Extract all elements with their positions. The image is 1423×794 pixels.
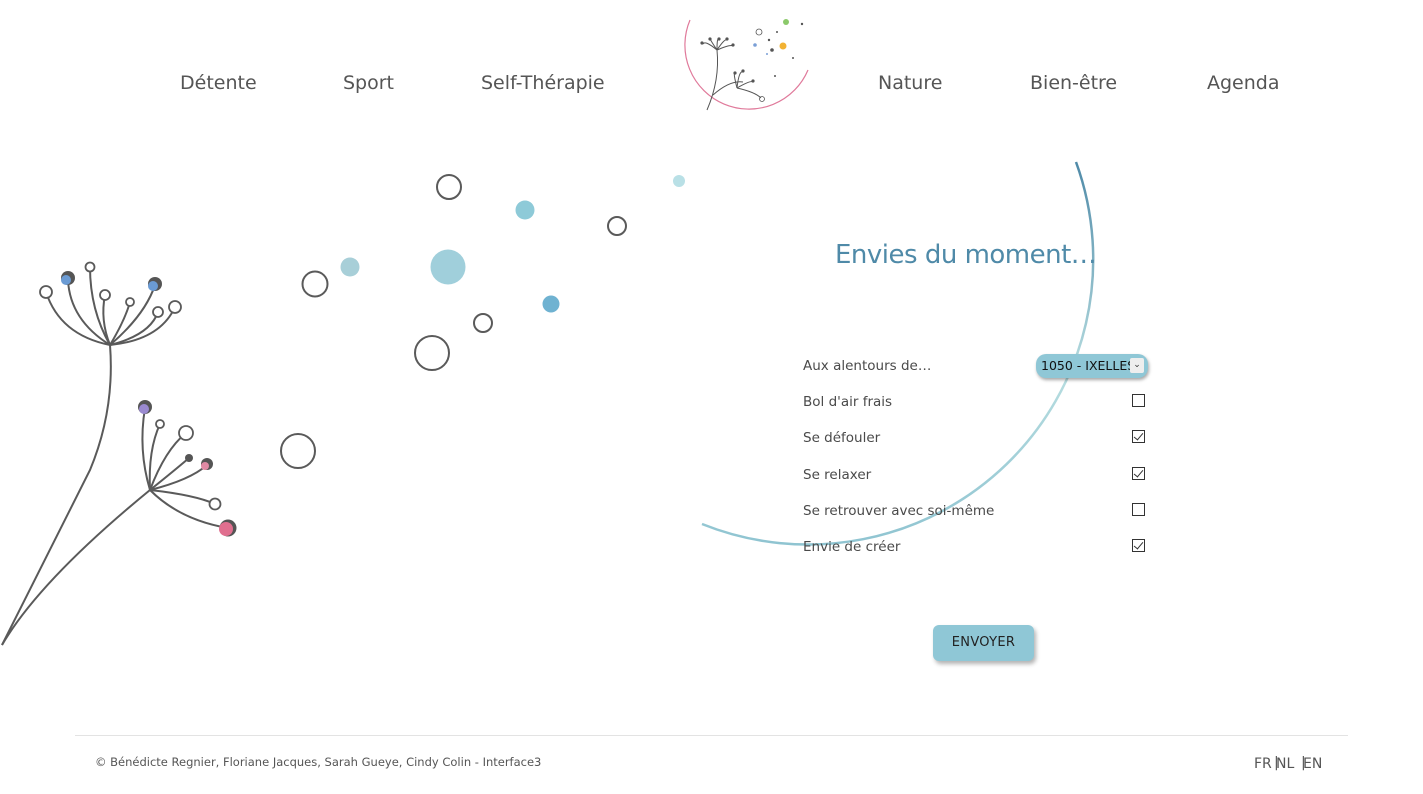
option-checkbox-se-defouler[interactable] [1132, 430, 1145, 443]
language-en-link[interactable]: EN [1303, 756, 1322, 772]
option-checkbox-envie-de-creer[interactable] [1132, 539, 1145, 552]
form-title: Envies du moment… [835, 240, 1097, 270]
footer-divider [75, 735, 1348, 736]
dandelion-logo[interactable] [675, 10, 820, 135]
language-fr-link[interactable]: FR [1254, 756, 1272, 772]
option-label-envie-de-creer: Envie de créer [803, 539, 901, 555]
option-label-se-relaxer: Se relaxer [803, 467, 872, 483]
option-label-se-defouler: Se défouler [803, 430, 881, 446]
option-checkbox-se-retrouver[interactable] [1132, 503, 1145, 516]
nav-item-nature[interactable]: Nature [878, 70, 942, 96]
submit-button[interactable]: ENVOYER [933, 625, 1034, 661]
nav-item-detente[interactable]: Détente [180, 70, 257, 96]
copyright-text: © Bénédicte Regnier, Floriane Jacques, S… [95, 755, 542, 769]
nav-item-bien-etre[interactable]: Bien-être [1030, 70, 1117, 96]
nav-item-sport[interactable]: Sport [343, 70, 394, 96]
nav-item-agenda[interactable]: Agenda [1207, 70, 1280, 96]
language-nl-link[interactable]: NL [1276, 756, 1294, 772]
option-label-se-retrouver: Se retrouver avec soi-même [803, 503, 995, 519]
dandelion-illustration [1, 174, 685, 646]
option-checkbox-se-relaxer[interactable] [1132, 467, 1145, 480]
location-select-value: 1050 - IXELLES [1041, 358, 1136, 373]
nav-item-self-therapie[interactable]: Self-Thérapie [481, 70, 605, 96]
location-label: Aux alentours de… [803, 358, 932, 374]
option-label-bol-d-air: Bol d'air frais [803, 394, 893, 410]
option-checkbox-bol-d-air[interactable] [1132, 394, 1145, 407]
chevron-down-icon: ⌄ [1130, 358, 1144, 373]
location-select[interactable]: 1050 - IXELLES ⌄ [1036, 354, 1148, 378]
